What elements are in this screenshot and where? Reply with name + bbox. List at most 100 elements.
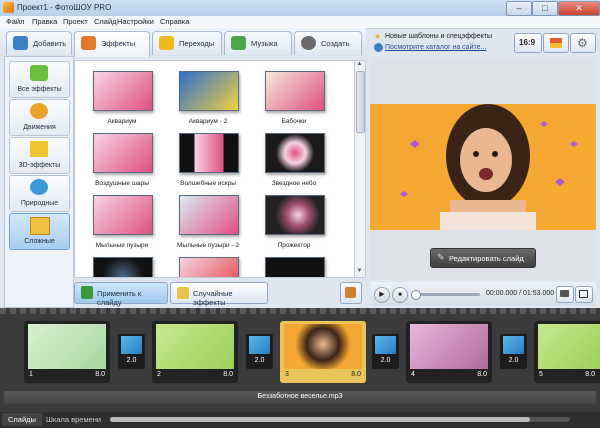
slide-duration: 8.0	[351, 371, 361, 378]
tab-effects[interactable]: Эффекты	[74, 31, 150, 57]
globe-icon	[374, 43, 383, 52]
aspect-label: 16:9	[519, 38, 536, 47]
effects-scrollbar[interactable]: ▲ ▼	[354, 60, 366, 278]
tab-effects-label: Эффекты	[101, 39, 136, 48]
transition-thumbnail	[375, 336, 396, 354]
menu-settings[interactable]: Настройки	[117, 17, 154, 26]
star-icon: ★	[374, 32, 382, 41]
transition-duration: 2.0	[508, 357, 519, 364]
effect-label: Бабочки	[281, 118, 307, 125]
tab-add[interactable]: Добавить	[6, 31, 72, 55]
effect-thumbnail	[93, 195, 153, 235]
scroll-thumb[interactable]	[356, 71, 365, 133]
pencil-icon: ✎	[437, 252, 445, 262]
player-controls: ▶ ■ 00:00.000 / 01:53.000	[370, 282, 596, 306]
move-arrows-icon	[30, 103, 48, 119]
scroll-down-icon[interactable]: ▼	[355, 268, 364, 276]
tab-create[interactable]: Создать	[294, 31, 362, 55]
slide-number: 2	[157, 371, 161, 378]
timeline-scroll-thumb[interactable]	[110, 417, 530, 422]
maximize-button[interactable]: □	[532, 1, 558, 16]
settings-button[interactable]: ⚙	[570, 33, 596, 53]
slide-card-selected[interactable]: 3 8.0	[280, 321, 366, 383]
palette-icon	[550, 38, 562, 48]
effect-thumbnail	[93, 133, 153, 173]
slide-number: 3	[285, 371, 289, 378]
category-label: Все эффекты	[17, 86, 62, 93]
transition-card[interactable]: 2.0	[500, 334, 527, 369]
menu-project[interactable]: Проект	[63, 17, 88, 26]
bottom-bar: Слайды Шкала времени	[0, 412, 600, 428]
edit-slide-button[interactable]: ✎ Редактировать слайд	[430, 248, 536, 268]
apply-to-slide-button[interactable]: Применить к слайду	[74, 282, 168, 307]
aspect-ratio-button[interactable]: 16:9	[514, 33, 542, 53]
slide-card[interactable]: 1 8.0	[24, 321, 110, 383]
transition-card[interactable]: 2.0	[246, 334, 273, 369]
transition-card[interactable]: 2.0	[118, 334, 145, 369]
transition-card[interactable]: 2.0	[372, 334, 399, 369]
category-3d[interactable]: 3D-эффекты	[9, 137, 70, 174]
fullscreen-icon	[579, 290, 588, 298]
music-note-icon	[231, 36, 246, 50]
main-toolbar: Добавить Эффекты Переходы Музыка Создать	[0, 28, 366, 57]
category-all-effects[interactable]: Все эффекты	[9, 61, 70, 98]
apply-label: Применить к слайду	[97, 289, 142, 307]
tab-music[interactable]: Музыка	[224, 31, 292, 55]
audio-file-name: Беззаботное веселье.mp3	[257, 393, 343, 400]
effect-label: Мыльные пузыри	[95, 242, 149, 249]
close-button[interactable]: ✕	[558, 1, 600, 16]
slide-duration: 8.0	[95, 371, 105, 378]
effect-label: Аквариум	[107, 118, 137, 125]
tab-music-label: Музыка	[251, 39, 278, 48]
category-motion[interactable]: Движения	[9, 99, 70, 136]
catalog-link[interactable]: Посмотрите каталог на сайте...	[385, 44, 486, 51]
effect-label: Аквариум - 2	[188, 118, 228, 125]
clear-effect-button[interactable]	[340, 282, 362, 304]
random-effects-button[interactable]: Случайные эффекты	[170, 282, 268, 307]
snowflake-icon	[30, 179, 48, 195]
menu-help[interactable]: Справка	[160, 17, 189, 26]
brush-icon	[345, 287, 356, 298]
category-nature[interactable]: Природные	[9, 175, 70, 212]
tab-timeline[interactable]: Шкала времени	[46, 415, 101, 424]
effect-thumbnail	[179, 195, 239, 235]
tab-transitions[interactable]: Переходы	[152, 31, 222, 55]
effect-label: Воздушные шары	[95, 180, 149, 187]
slide-card[interactable]: 2 8.0	[152, 321, 238, 383]
stop-icon[interactable]: ■	[392, 287, 408, 303]
slide-card[interactable]: 4 8.0	[406, 321, 492, 383]
minimize-button[interactable]: –	[506, 1, 532, 16]
timeline-scrollbar[interactable]	[110, 417, 570, 422]
tab-add-label: Добавить	[33, 39, 67, 48]
fullscreen-button[interactable]	[575, 286, 593, 303]
category-label: Движения	[23, 124, 56, 131]
transition-thumbnail	[121, 336, 142, 354]
create-disc-icon	[301, 36, 316, 50]
transition-thumbnail	[503, 336, 524, 354]
transitions-star-icon	[159, 36, 174, 50]
effect-categories: Все эффекты Движения 3D-эффекты Природны…	[4, 56, 74, 308]
scroll-up-icon[interactable]: ▲	[355, 61, 364, 69]
tab-slides[interactable]: Слайды	[2, 413, 42, 426]
menu-edit[interactable]: Правка	[32, 17, 57, 26]
slide-duration: 8.0	[477, 371, 487, 378]
menu-slide[interactable]: Слайд	[94, 17, 117, 26]
snapshot-button[interactable]	[556, 286, 574, 303]
camera-icon	[560, 290, 569, 297]
window-title: Проект1 - ФотоШОУ PRO	[17, 3, 112, 12]
category-complex[interactable]: Сложные	[9, 213, 70, 250]
playback-progress[interactable]	[411, 290, 480, 300]
menu-file[interactable]: Файл	[6, 17, 24, 26]
slide-card[interactable]: 5 8.0	[534, 321, 600, 383]
slide-thumbnail	[156, 324, 234, 369]
effects-gallery: Аквариум Аквариум - 2 Бабочки Воздушные …	[74, 60, 356, 278]
slide-thumbnail	[284, 324, 362, 369]
play-icon[interactable]: ▶	[374, 287, 390, 303]
transition-duration: 2.0	[126, 357, 137, 364]
film-strip-top	[0, 308, 600, 314]
audio-track[interactable]: Беззаботное веселье.mp3	[0, 390, 600, 405]
puzzle-icon	[30, 65, 48, 81]
progress-knob[interactable]	[411, 290, 422, 300]
theme-button[interactable]	[543, 33, 569, 53]
playback-time: 00:00.000 / 01:53.000	[486, 290, 555, 297]
